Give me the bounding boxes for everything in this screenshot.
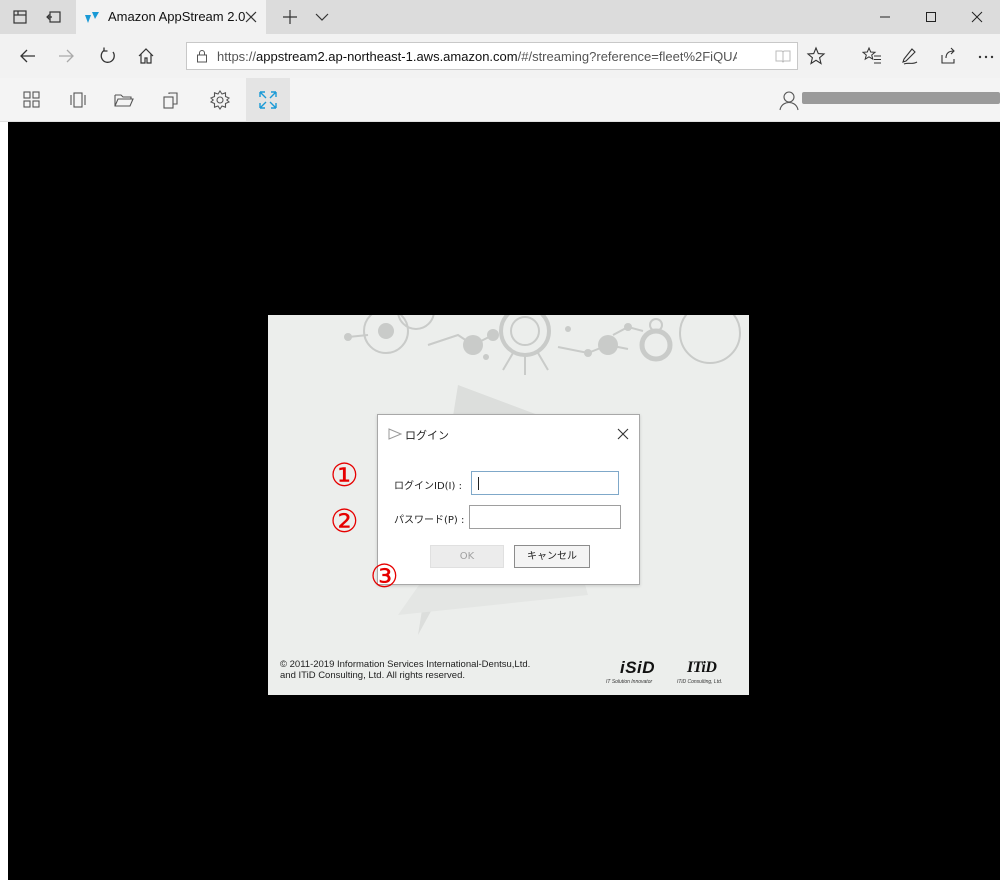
set-tabs-aside-icon[interactable] <box>46 9 62 25</box>
fullscreen-expand-icon[interactable] <box>257 89 279 111</box>
login-dialog: ログイン ログインID(I) : パスワード(P) : OK キャンセル <box>377 414 640 585</box>
close-window-button[interactable] <box>954 0 1000 34</box>
dialog-close-icon[interactable] <box>617 428 629 440</box>
more-options-icon[interactable] <box>976 46 996 66</box>
appstream-toolbar <box>0 78 1000 122</box>
minimize-button[interactable] <box>862 0 908 34</box>
itid-tagline: ITiD Consulting, Ltd. <box>677 679 723 685</box>
maximize-button[interactable] <box>908 0 954 34</box>
itid-logo-text: ITiD <box>687 659 717 676</box>
windows-switcher-icon[interactable] <box>67 89 89 111</box>
tab-actions-icon[interactable] <box>12 9 28 25</box>
home-icon[interactable] <box>136 46 156 66</box>
new-tab-icon[interactable] <box>282 9 298 25</box>
favorites-hub-icon[interactable] <box>862 46 882 66</box>
reading-view-icon[interactable] <box>775 49 791 63</box>
forward-arrow-icon[interactable] <box>56 46 76 66</box>
annotation-step-1: ① <box>330 456 359 494</box>
clipboard-copy-icon[interactable] <box>160 89 182 111</box>
browser-tab[interactable]: Amazon AppStream 2.0 <box>76 0 266 34</box>
web-note-pen-icon[interactable] <box>900 46 920 66</box>
back-arrow-icon[interactable] <box>18 46 38 66</box>
cancel-button[interactable]: キャンセル <box>514 545 590 568</box>
user-icon[interactable] <box>778 89 800 111</box>
appstream-favicon-icon <box>84 9 100 25</box>
my-files-folder-icon[interactable] <box>113 89 135 111</box>
text-caret <box>478 477 479 490</box>
copyright-notice: © 2011-2019 Information Services Interna… <box>280 659 530 681</box>
annotation-step-2: ② <box>330 502 359 540</box>
tab-preview-chevron-icon[interactable] <box>314 9 330 25</box>
user-name-redacted <box>802 92 1000 104</box>
password-label: パスワード(P) : <box>394 515 465 526</box>
browser-nav-bar: https://appstream2.ap-northeast-1.aws.am… <box>0 34 1000 78</box>
dialog-title: ログイン <box>405 429 449 442</box>
close-tab-icon[interactable] <box>244 10 258 24</box>
address-bar[interactable]: https://appstream2.ap-northeast-1.aws.am… <box>186 42 798 70</box>
app-triangle-icon <box>388 428 402 440</box>
ok-button[interactable]: OK <box>430 545 504 568</box>
url-text[interactable]: https://appstream2.ap-northeast-1.aws.am… <box>217 49 737 64</box>
isid-logo: iSiD IT Solution Innovator <box>606 658 662 688</box>
copyright-line-1: © 2011-2019 Information Services Interna… <box>280 659 531 670</box>
isid-tagline: IT Solution Innovator <box>606 679 653 685</box>
share-icon[interactable] <box>938 46 958 66</box>
annotation-step-3: ③ <box>370 557 399 595</box>
password-field[interactable] <box>469 505 621 529</box>
browser-tab-bar: Amazon AppStream 2.0 <box>0 0 1000 34</box>
refresh-icon[interactable] <box>98 46 118 66</box>
isid-logo-text: iSiD <box>620 658 656 677</box>
itid-logo: ITiD ITiD Consulting, Ltd. <box>677 658 739 688</box>
login-id-field[interactable] <box>471 471 619 495</box>
applications-grid-icon[interactable] <box>21 89 43 111</box>
copyright-line-2: and ITiD Consulting, Ltd. All rights res… <box>280 670 465 681</box>
fullscreen-button[interactable] <box>246 78 290 121</box>
tab-title: Amazon AppStream 2.0 <box>108 9 246 24</box>
settings-gear-icon[interactable] <box>209 89 231 111</box>
favorite-star-icon[interactable] <box>806 46 826 66</box>
lock-icon[interactable] <box>195 49 209 63</box>
login-id-label: ログインID(I) : <box>394 481 462 492</box>
